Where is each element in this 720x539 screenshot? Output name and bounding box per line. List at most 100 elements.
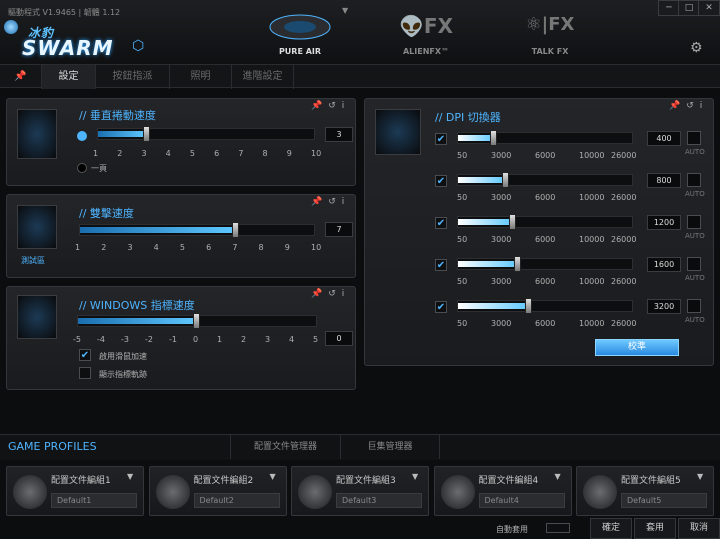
dpi-value[interactable]: 1200 xyxy=(647,215,681,230)
dpi-slider[interactable] xyxy=(457,130,633,146)
pointer-speed-slider[interactable] xyxy=(77,313,317,329)
auto-apply-toggle[interactable] xyxy=(546,523,570,533)
double-click-value[interactable]: 7 xyxy=(325,222,353,237)
profile-slot[interactable]: 配置文件編組4 ▼ Default4 xyxy=(433,466,572,516)
tab-macro-manager[interactable]: 巨集管理器 xyxy=(340,435,440,459)
tab-bar: 📌 設定 按鈕指派 照明 進階設定 xyxy=(0,64,720,89)
dpi-value[interactable]: 400 xyxy=(647,131,681,146)
dpi-auto-checkbox[interactable] xyxy=(687,257,701,271)
dpi-tick-label: 26000 xyxy=(611,277,637,286)
tick-label: 9 xyxy=(284,243,290,252)
vertical-speed-slider[interactable] xyxy=(97,126,315,142)
tick-label: 0 xyxy=(193,335,199,344)
tick-label: 3 xyxy=(265,335,271,344)
radio-page[interactable] xyxy=(77,163,87,173)
page-option-label: 一頁 xyxy=(91,164,107,173)
dpi-enable-checkbox[interactable]: ✔ xyxy=(435,301,447,313)
dpi-tick-label: 6000 xyxy=(535,235,556,244)
profile-slot[interactable]: 配置文件編組2 ▼ Default2 xyxy=(148,466,287,516)
vertical-speed-value[interactable]: 3 xyxy=(325,127,353,142)
profile-default-field[interactable]: Default2 xyxy=(193,493,280,508)
test-area-icon[interactable] xyxy=(17,205,57,249)
tab-settings[interactable]: 設定 xyxy=(42,65,96,89)
chevron-down-icon[interactable]: ▼ xyxy=(342,6,348,15)
mode-alienfx[interactable]: 👽FX ALIENFX™ xyxy=(366,8,486,58)
dpi-auto-checkbox[interactable] xyxy=(687,215,701,229)
tick-label: 4 xyxy=(153,243,159,252)
calibrate-button[interactable]: 校準 xyxy=(595,339,679,356)
dpi-tick-label: 50 xyxy=(457,193,468,202)
maximize-button[interactable]: □ xyxy=(678,0,700,16)
profile-default-field[interactable]: Default4 xyxy=(478,493,565,508)
dpi-auto-checkbox[interactable] xyxy=(687,173,701,187)
pin-icon[interactable]: 📌 xyxy=(0,65,42,89)
pointer-trail-label: 顯示指標軌跡 xyxy=(99,370,147,379)
dpi-tick-label: 6000 xyxy=(535,277,556,286)
tab-lighting[interactable]: 照明 xyxy=(170,65,232,89)
profile-name: 配置文件編組2 xyxy=(193,476,254,486)
pointer-trail-checkbox[interactable] xyxy=(79,367,91,379)
double-click-panel: 測試區 // 雙擊速度 📌↺i 7 1 2 3 4 5 6 7 8 9 10 xyxy=(6,194,356,278)
chevron-down-icon[interactable]: ▼ xyxy=(697,472,703,481)
profile-slot[interactable]: 配置文件編組5 ▼ Default5 xyxy=(576,466,714,516)
gear-icon[interactable]: ⚙ xyxy=(690,40,703,56)
dpi-enable-checkbox[interactable]: ✔ xyxy=(435,133,447,145)
double-click-slider[interactable] xyxy=(79,222,315,238)
profile-default-field[interactable]: Default1 xyxy=(51,493,137,508)
apply-button[interactable]: 套用 xyxy=(634,518,676,539)
chevron-down-icon[interactable]: ▼ xyxy=(555,472,561,481)
dpi-enable-checkbox[interactable]: ✔ xyxy=(435,175,447,187)
profile-icon xyxy=(13,475,47,509)
chevron-down-icon[interactable]: ▼ xyxy=(127,472,133,481)
pointer-speed-value[interactable]: 0 xyxy=(325,331,353,346)
panel-title: // 雙擊速度 xyxy=(79,207,134,220)
tab-button-assignment[interactable]: 按鈕指派 xyxy=(96,65,170,89)
dpi-tick-label: 10000 xyxy=(579,319,605,328)
profile-slot[interactable]: 配置文件編組3 ▼ Default3 xyxy=(291,466,429,516)
profile-default-field[interactable]: Default5 xyxy=(621,493,707,508)
dpi-slider[interactable] xyxy=(457,298,633,314)
dpi-slider[interactable] xyxy=(457,256,633,272)
dpi-slider[interactable] xyxy=(457,214,633,230)
tab-advanced[interactable]: 進階設定 xyxy=(232,65,294,89)
tick-label: 1 xyxy=(217,335,223,344)
close-button[interactable]: ✕ xyxy=(698,0,720,16)
tick-label: 5 xyxy=(189,149,195,158)
dpi-auto-checkbox[interactable] xyxy=(687,299,701,313)
panel-tools[interactable]: 📌↺i xyxy=(311,101,350,111)
tick-label: 9 xyxy=(286,149,292,158)
minimize-button[interactable]: ─ xyxy=(658,0,680,16)
tick-label: 6 xyxy=(206,243,212,252)
dpi-tick-label: 3000 xyxy=(491,319,512,328)
chevron-down-icon[interactable]: ▼ xyxy=(412,472,418,481)
tick-label: 8 xyxy=(262,149,268,158)
dpi-enable-checkbox[interactable]: ✔ xyxy=(435,217,447,229)
profile-icon xyxy=(298,475,332,509)
alien-fx-icon: 👽FX xyxy=(399,14,453,38)
dpi-value[interactable]: 800 xyxy=(647,173,681,188)
dpi-value[interactable]: 1600 xyxy=(647,257,681,272)
chevron-down-icon[interactable]: ▼ xyxy=(270,472,276,481)
tick-label: 3 xyxy=(127,243,133,252)
cursor-icon xyxy=(17,295,57,339)
panel-tools[interactable]: 📌↺i xyxy=(311,197,350,207)
enhance-precision-checkbox[interactable]: ✔ xyxy=(79,349,91,361)
radio-lines[interactable] xyxy=(77,131,87,141)
enhance-precision-label: 啟用滑鼠加速 xyxy=(99,352,147,361)
mode-pure-air[interactable]: PURE AIR xyxy=(240,8,360,58)
dpi-auto-checkbox[interactable] xyxy=(687,131,701,145)
dpi-enable-checkbox[interactable]: ✔ xyxy=(435,259,447,271)
dpi-value[interactable]: 3200 xyxy=(647,299,681,314)
dpi-tick-label: 3000 xyxy=(491,235,512,244)
profile-default-field[interactable]: Default3 xyxy=(336,493,422,508)
tick-label: 5 xyxy=(179,243,185,252)
cancel-button[interactable]: 取消 xyxy=(678,518,720,539)
panel-tools[interactable]: 📌↺i xyxy=(311,289,350,299)
ok-button[interactable]: 確定 xyxy=(590,518,632,539)
panel-tools[interactable]: 📌↺i xyxy=(669,101,708,111)
dpi-tick-label: 50 xyxy=(457,319,468,328)
mode-talk-fx[interactable]: ⚛|FX TALK FX xyxy=(490,8,610,58)
profile-slot[interactable]: 配置文件編組1 ▼ Default1 xyxy=(6,466,144,516)
dpi-slider[interactable] xyxy=(457,172,633,188)
tab-profile-manager[interactable]: 配置文件管理器 xyxy=(230,435,340,459)
